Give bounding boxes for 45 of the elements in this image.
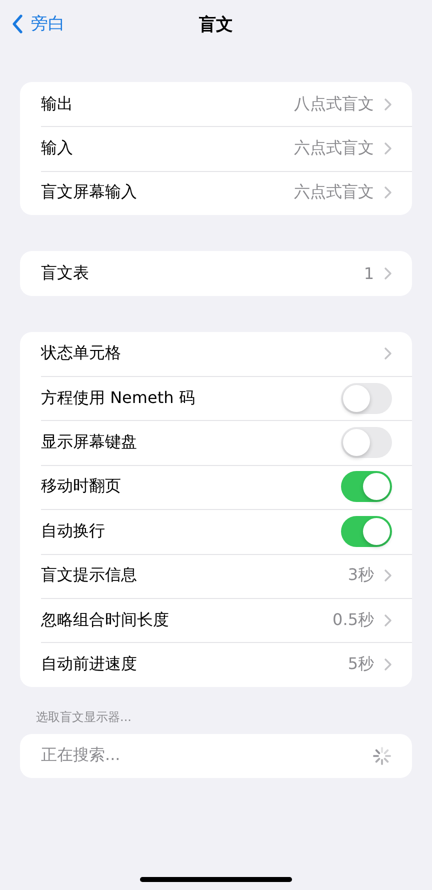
- row-label: 自动换行: [41, 520, 106, 542]
- settings-row[interactable]: 状态单元格: [20, 332, 412, 376]
- row-value: 3秒: [348, 565, 374, 586]
- row-label: 输入: [41, 138, 74, 160]
- toggle-switch[interactable]: [341, 516, 392, 547]
- settings-row[interactable]: 盲文提示信息 3秒: [20, 554, 412, 598]
- back-button[interactable]: 旁白: [12, 12, 65, 35]
- row-label: 忽略组合时间长度: [41, 610, 170, 631]
- row-label: 盲文表: [41, 262, 90, 284]
- row-label: 盲文提示信息: [41, 565, 138, 586]
- settings-row[interactable]: 盲文屏幕输入 六点式盲文: [20, 170, 412, 216]
- row-label: 自动前进速度: [41, 654, 138, 675]
- page-title: 盲文: [199, 14, 233, 36]
- chevron-right-icon: [384, 98, 392, 111]
- chevron-right-icon: [384, 614, 392, 627]
- settings-row[interactable]: 自动前进速度 5秒: [20, 642, 412, 687]
- row-value: 六点式盲文: [294, 138, 374, 160]
- row-label: 显示屏幕键盘: [41, 432, 138, 454]
- row-label: 移动时翻页: [41, 476, 122, 498]
- row-value: 5秒: [348, 654, 374, 675]
- row-value: 0.5秒: [332, 610, 374, 631]
- chevron-right-icon: [384, 266, 392, 280]
- chevron-right-icon: [384, 569, 392, 582]
- settings-row[interactable]: 输入 六点式盲文: [20, 126, 412, 171]
- chevron-right-icon: [384, 186, 392, 200]
- row-label: 方程使用 Nemeth 码: [41, 388, 196, 409]
- loading-spinner-icon: [372, 746, 392, 766]
- chevron-left-icon: [12, 14, 23, 34]
- row-value: 八点式盲文: [294, 94, 374, 115]
- row-value: 1: [364, 264, 374, 283]
- chevron-right-icon: [384, 142, 392, 156]
- searching-status: 正在搜索...: [41, 745, 120, 766]
- row-value: 六点式盲文: [294, 182, 374, 204]
- settings-row[interactable]: 忽略组合时间长度 0.5秒: [20, 598, 412, 642]
- settings-row[interactable]: 盲文表 1: [20, 251, 412, 296]
- chevron-right-icon: [384, 658, 392, 671]
- chevron-right-icon: [384, 347, 392, 360]
- row-label: 盲文屏幕输入: [41, 182, 138, 204]
- toggle-switch[interactable]: [341, 382, 392, 414]
- row-label: 输出: [41, 94, 74, 115]
- section-header: 选取盲文显示器...: [36, 708, 132, 726]
- row-label: 状态单元格: [41, 343, 122, 364]
- toggle-switch[interactable]: [341, 427, 392, 458]
- settings-row[interactable]: 输出 八点式盲文: [20, 82, 412, 126]
- toggle-switch[interactable]: [341, 471, 392, 502]
